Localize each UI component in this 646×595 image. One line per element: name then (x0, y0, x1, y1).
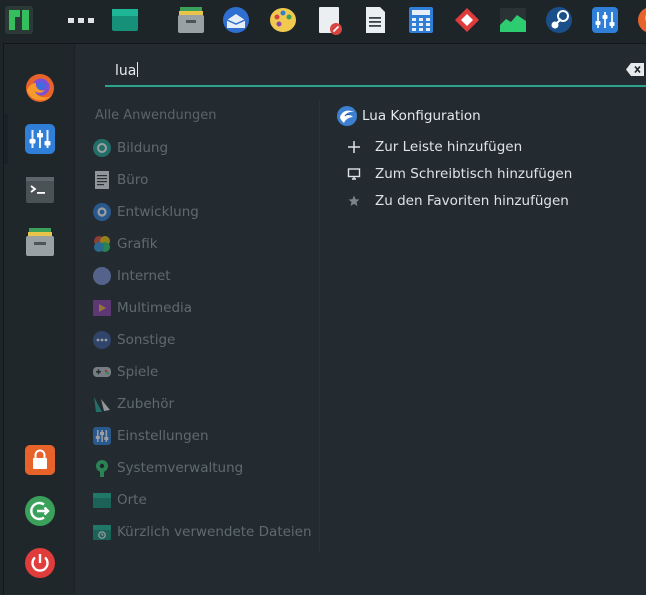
clear-search-icon[interactable] (626, 63, 644, 76)
show-desktop-icon[interactable] (110, 5, 140, 35)
system-monitor-icon[interactable] (498, 5, 528, 35)
terminal-icon[interactable] (23, 173, 57, 207)
accessories-icon (92, 394, 112, 414)
settings-fav-icon[interactable] (4, 114, 57, 164)
settings-icon (92, 426, 112, 446)
document-viewer-icon[interactable] (360, 5, 390, 35)
search-result-item[interactable]: Lua Konfiguration (336, 104, 636, 130)
paint-icon[interactable] (268, 5, 298, 35)
logout-icon[interactable] (23, 494, 57, 528)
system-icon (92, 458, 112, 478)
other-icon (92, 330, 112, 350)
office-icon (92, 170, 112, 190)
category-item-systemverwaltung[interactable]: Systemverwaltung (90, 454, 320, 482)
firefox-taskbar-icon[interactable] (636, 5, 646, 35)
category-header[interactable]: Alle Anwendungen (95, 108, 216, 123)
monitor-icon (347, 168, 361, 180)
category-item-grafik[interactable]: Grafik (90, 230, 320, 258)
places-icon (92, 490, 112, 510)
anydesk-icon[interactable] (452, 5, 482, 35)
category-item-entwicklung[interactable]: Entwicklung (90, 198, 320, 226)
category-item-multimedia[interactable]: Multimedia (90, 294, 320, 322)
settings-app-icon[interactable] (590, 5, 620, 35)
file-manager-icon[interactable] (176, 5, 206, 35)
graphics-icon (92, 234, 112, 254)
category-item-buero[interactable]: Büro (90, 166, 320, 194)
search-result-label: Lua Konfiguration (362, 108, 481, 124)
recent-files-icon (92, 522, 112, 542)
thunderbird-icon[interactable] (221, 5, 251, 35)
category-item-zubehoer[interactable]: Zubehör (90, 390, 320, 418)
games-icon (92, 362, 112, 382)
steam-icon[interactable] (544, 5, 574, 35)
add-to-favorites-action[interactable]: Zu den Favoriten hinzufügen (346, 189, 636, 213)
lua-config-icon (337, 106, 357, 126)
text-editor-icon[interactable] (314, 5, 344, 35)
search-input[interactable]: lua (115, 62, 138, 79)
add-to-desktop-action[interactable]: Zum Schreibtisch hinzufügen (346, 162, 636, 186)
plus-icon (348, 141, 360, 153)
internet-icon (92, 266, 112, 286)
category-item-orte[interactable]: Orte (90, 486, 320, 514)
category-item-sonstige[interactable]: Sonstige (90, 326, 320, 354)
lock-screen-icon[interactable] (23, 443, 57, 477)
category-item-spiele[interactable]: Spiele (90, 358, 320, 386)
manjaro-logo-icon[interactable] (4, 5, 34, 35)
favorites-sidebar (4, 44, 75, 594)
calculator-icon[interactable] (406, 5, 436, 35)
workspaces-icon[interactable] (66, 5, 96, 35)
education-icon (92, 138, 112, 158)
category-item-bildung[interactable]: Bildung (90, 134, 320, 162)
category-item-internet[interactable]: Internet (90, 262, 320, 290)
files-fav-icon[interactable] (23, 225, 57, 259)
column-divider (319, 100, 320, 552)
taskbar (0, 0, 646, 41)
add-to-panel-action[interactable]: Zur Leiste hinzufügen (346, 135, 636, 159)
category-item-kuerzlich[interactable]: Kürzlich verwendete Dateien (90, 518, 320, 546)
multimedia-icon (92, 298, 112, 318)
development-icon (92, 202, 112, 222)
category-item-einstellungen[interactable]: Einstellungen (90, 422, 320, 450)
search-field[interactable]: lua (105, 56, 646, 87)
star-icon (348, 195, 360, 206)
shutdown-icon[interactable] (23, 546, 57, 580)
firefox-icon[interactable] (23, 71, 57, 105)
